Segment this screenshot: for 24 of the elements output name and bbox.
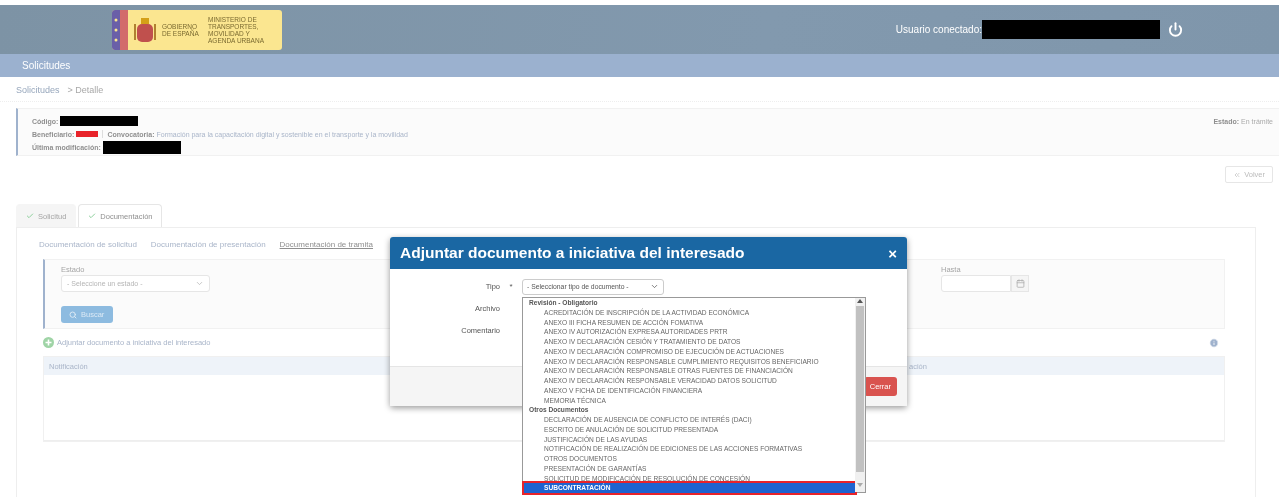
info-icon[interactable]	[1209, 337, 1219, 348]
check-icon	[26, 212, 34, 220]
scrollbar-thumb[interactable]	[856, 306, 864, 472]
coat-of-arms-icon	[134, 15, 156, 44]
modal-title: Adjuntar documento a iniciativa del interesado	[400, 244, 745, 262]
date-field[interactable]	[941, 275, 1011, 292]
chevron-down-icon	[650, 282, 659, 291]
user-label: Usuario conectado:	[895, 24, 982, 35]
check-icon	[88, 212, 97, 220]
scroll-down-icon	[857, 482, 863, 488]
subtab-link[interactable]: Documentación de tramita	[279, 240, 373, 249]
scroll-up-icon	[857, 298, 863, 304]
chevron-down-icon	[195, 279, 204, 288]
search-icon	[69, 310, 77, 319]
required-mark: *	[508, 282, 514, 291]
calendar-button[interactable]	[1011, 275, 1029, 292]
close-button[interactable]: ×	[888, 244, 897, 262]
power-icon[interactable]	[1168, 22, 1183, 37]
calendar-icon	[1015, 279, 1025, 288]
plus-circle-icon	[43, 337, 54, 348]
double-chevron-icon	[1233, 170, 1242, 179]
breadcrumb-item: > Detalle	[67, 85, 104, 95]
scrollbar[interactable]	[855, 298, 865, 492]
redaction-bar	[76, 131, 99, 137]
